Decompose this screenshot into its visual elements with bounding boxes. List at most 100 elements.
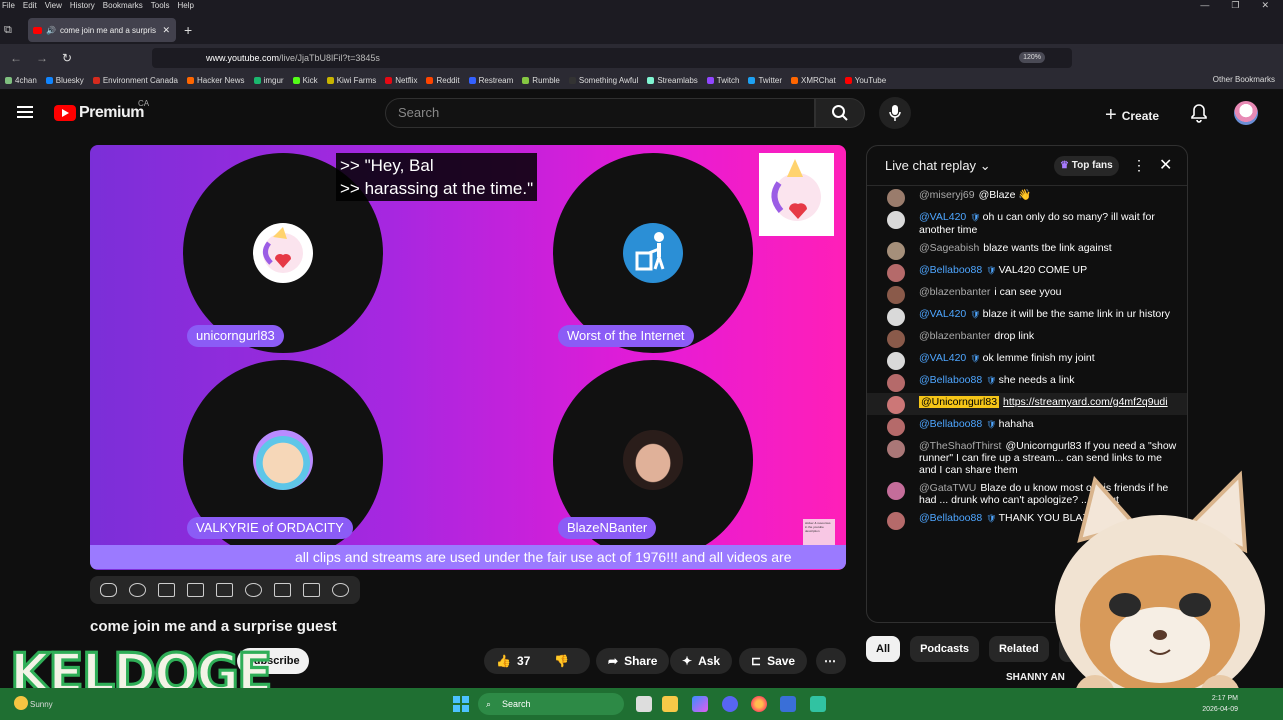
zoom-level[interactable]: 120% (1019, 52, 1045, 63)
bookmark-item[interactable]: imgur (253, 76, 284, 85)
forward-icon[interactable]: → (36, 51, 52, 65)
close-chat-icon[interactable]: ✕ (1159, 155, 1172, 175)
chat-author[interactable]: @GataTWU (919, 482, 976, 494)
camera-icon[interactable] (303, 583, 320, 597)
tab-list-icon[interactable]: ⧉ (4, 24, 12, 37)
chat-message[interactable]: @VAL420 🛡 blaze it will be the same link … (867, 305, 1187, 327)
bookmark-item[interactable]: Restream (468, 76, 513, 85)
chat-author[interactable]: @VAL420 (919, 211, 966, 223)
chat-message[interactable]: @Unicorngurl83 https://streamyard.com/g4m… (867, 393, 1187, 415)
menu-view[interactable]: View (45, 0, 62, 11)
chat-avatar[interactable] (887, 286, 905, 304)
create-button[interactable]: + Create (1105, 104, 1159, 127)
menu-icon[interactable] (17, 106, 33, 118)
chat-author[interactable]: @Unicorngurl83 (919, 396, 1000, 408)
bookmark-item[interactable]: YouTube (844, 76, 886, 85)
chat-options-icon[interactable]: ⋮ (1132, 157, 1146, 174)
bookmark-item[interactable]: Twitter (748, 76, 782, 85)
voice-search-button[interactable] (879, 97, 911, 129)
chat-message[interactable]: @VAL420 🛡 oh u can only do so many? ill w… (867, 208, 1187, 239)
loop-icon[interactable] (100, 583, 117, 597)
chat-message[interactable]: @Sageabish blaze wants tbe link against (867, 239, 1187, 261)
add-clip-icon[interactable] (274, 583, 291, 597)
chat-avatar[interactable] (887, 440, 905, 458)
chat-link[interactable]: https://streamyard.com/g4mf2q9udi (1003, 396, 1168, 408)
chat-message[interactable]: @blazenbanter drop link (867, 327, 1187, 349)
chat-author[interactable]: @TheShaofThirst (919, 440, 1001, 452)
video-player[interactable]: unicorngurl83 Worst of the Internet VALK… (90, 145, 846, 570)
chat-avatar[interactable] (887, 264, 905, 282)
account-avatar[interactable] (1234, 101, 1258, 125)
firefox-icon[interactable] (751, 696, 767, 712)
chat-author[interactable]: @miseryj69 (919, 189, 975, 201)
chat-author[interactable]: @Bellaboo88 (919, 264, 982, 276)
top-fans-button[interactable]: ♛ Top fans (1054, 156, 1119, 176)
bookmark-item[interactable]: Hacker News (186, 76, 245, 85)
chat-author[interactable]: @blazenbanter (919, 330, 990, 342)
chat-message[interactable]: @Bellaboo88 🛡 hahaha (867, 415, 1187, 437)
dislike-icon[interactable]: 👎 (554, 654, 569, 668)
task-view-icon[interactable] (636, 696, 652, 712)
chat-avatar[interactable] (887, 308, 905, 326)
filter-chip[interactable]: Podcasts (910, 636, 979, 662)
weather-label[interactable]: Sunny (30, 700, 53, 709)
tab-close-icon[interactable]: ✕ (162, 25, 170, 36)
menu-tools[interactable]: Tools (151, 0, 170, 11)
speaker-icon[interactable]: 🔊 (46, 26, 56, 35)
streamlabs-icon[interactable] (810, 696, 826, 712)
more-actions-button[interactable]: ⋯ (816, 648, 846, 674)
bookmark-item[interactable]: Streamlabs (647, 76, 698, 85)
bookmark-item[interactable]: Kiwi Farms (326, 76, 376, 85)
menu-edit[interactable]: Edit (23, 0, 37, 11)
chat-message[interactable]: @Bellaboo88 🛡 VAL420 COME UP (867, 261, 1187, 283)
chat-avatar[interactable] (887, 330, 905, 348)
menu-file[interactable]: File (2, 0, 15, 11)
picture-icon[interactable] (216, 583, 233, 597)
chat-author[interactable]: @Bellaboo88 (919, 418, 982, 430)
bookmark-item[interactable]: 4chan (5, 76, 37, 85)
chat-author[interactable]: @blazenbanter (919, 286, 990, 298)
windows-start-icon[interactable] (453, 696, 469, 712)
discord-icon[interactable] (722, 696, 738, 712)
bookmark-item[interactable]: Something Awful (568, 76, 638, 85)
screenshot-icon[interactable] (158, 583, 175, 597)
ask-button[interactable]: ✦ Ask (670, 648, 733, 674)
maximize-icon[interactable]: ❐ (1231, 0, 1239, 11)
notifications-bell-icon[interactable] (1190, 103, 1208, 123)
chat-message[interactable]: @VAL420 🛡 ok lemme finish my joint (867, 349, 1187, 371)
chat-author[interactable]: @Bellaboo88 (919, 512, 982, 524)
new-tab-icon[interactable]: + (184, 22, 192, 38)
chat-avatar[interactable] (887, 512, 905, 530)
menu-help[interactable]: Help (177, 0, 193, 11)
like-button[interactable]: 👍 37 👎 (484, 648, 590, 674)
file-explorer-icon[interactable] (662, 696, 678, 712)
bookmark-item[interactable]: Kick (292, 76, 318, 85)
search-button[interactable] (815, 98, 865, 128)
chat-avatar[interactable] (887, 418, 905, 436)
chat-avatar[interactable] (887, 189, 905, 207)
menu-bookmarks[interactable]: Bookmarks (103, 0, 143, 11)
chat-message[interactable]: @miseryj69 @Blaze 👋 (867, 186, 1187, 208)
chat-message[interactable]: @Bellaboo88 🛡 she needs a link (867, 371, 1187, 393)
menu-history[interactable]: History (70, 0, 95, 11)
copilot-icon[interactable] (692, 696, 708, 712)
chat-avatar[interactable] (887, 482, 905, 500)
bookmark-item[interactable]: Netflix (385, 76, 417, 85)
tab-youtube[interactable]: 🔊 come join me and a surprise g ✕ (28, 18, 176, 42)
bookmark-item[interactable]: XMRChat (791, 76, 836, 85)
chat-author[interactable]: @VAL420 (919, 308, 966, 320)
clapper-icon[interactable] (187, 583, 204, 597)
bookmark-item[interactable]: Bluesky (45, 76, 84, 85)
chat-avatar[interactable] (887, 242, 905, 260)
settings-gear-icon[interactable] (332, 583, 349, 597)
chat-author[interactable]: @VAL420 (919, 352, 966, 364)
youtube-logo[interactable]: Premium CA (54, 99, 149, 122)
filter-chip[interactable]: All (866, 636, 901, 662)
chat-mode-dropdown[interactable]: Live chat replay ⌄ (885, 158, 991, 174)
chat-avatar[interactable] (887, 396, 905, 414)
speed-icon[interactable] (245, 583, 262, 597)
broadcast-icon[interactable] (129, 583, 146, 597)
taskbar-search[interactable]: ⌕ Search (478, 693, 624, 715)
save-button[interactable]: ⊏ Save (739, 648, 808, 674)
chat-author[interactable]: @Sageabish (919, 242, 979, 254)
